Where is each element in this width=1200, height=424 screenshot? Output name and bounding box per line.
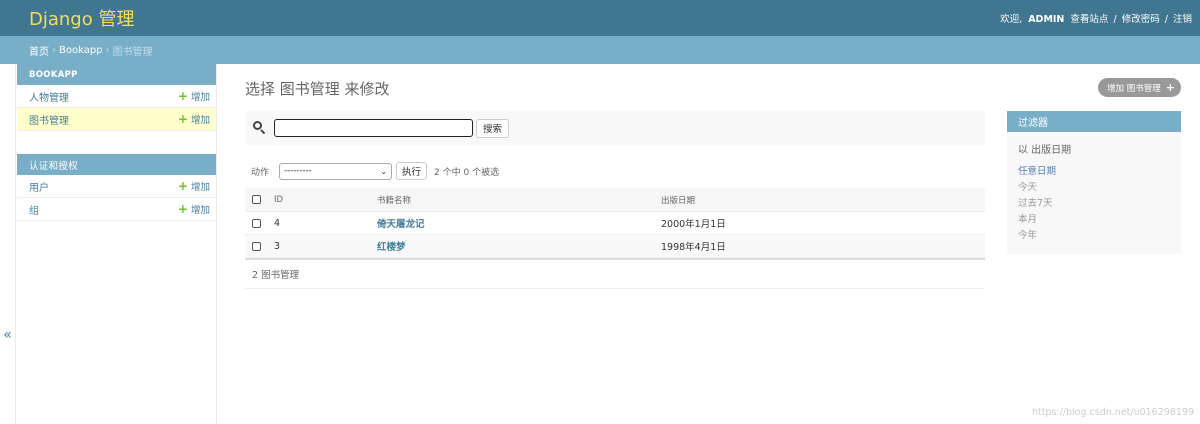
separator: /: [1164, 14, 1168, 25]
sidebar-item-label[interactable]: 组: [29, 202, 39, 217]
header: Django 管理 欢迎, ADMIN 查看站点 / 修改密码 / 注销: [0, 0, 1200, 36]
double-chevron-left-icon: «: [3, 327, 12, 343]
toggle-nav-sidebar[interactable]: «: [0, 64, 16, 424]
sidebar-item-person[interactable]: 人物管理 + 增加: [17, 85, 216, 108]
view-site-link[interactable]: 查看站点: [1070, 14, 1108, 25]
breadcrumb-current: 图书管理: [112, 46, 153, 58]
filter-title: 过滤器: [1007, 111, 1181, 132]
filter-choices: 任意日期 今天 过去7天 本月 今年: [1007, 159, 1181, 243]
watermark: https://blog.csdn.net/u016298199: [1031, 407, 1194, 418]
sidebar-item-label[interactable]: 图书管理: [29, 112, 69, 127]
breadcrumb-arrow-icon: ›: [52, 44, 56, 56]
plus-icon: +: [177, 89, 188, 103]
action-select[interactable]: --------- ⌄: [279, 162, 393, 180]
add-label: 增加: [190, 115, 210, 126]
table-row: 3 红楼梦 1998年4月1日: [245, 235, 985, 258]
add-label: 增加: [190, 92, 210, 103]
filter-subtitle: 以 出版日期: [1018, 145, 1072, 156]
filter-choice-today[interactable]: 今天: [1018, 182, 1037, 193]
add-group-link[interactable]: + 增加: [178, 202, 210, 216]
chevron-down-icon: ⌄: [380, 166, 388, 176]
search-input[interactable]: [274, 119, 473, 137]
module-caption-auth[interactable]: 认证和授权: [17, 154, 216, 175]
module-caption-bookapp[interactable]: BOOKAPP: [17, 64, 216, 85]
row-checkbox[interactable]: [252, 218, 261, 228]
run-action-button[interactable]: 执行: [396, 162, 428, 180]
search-toolbar: 搜索: [245, 111, 985, 145]
add-book-button[interactable]: 增加 图书管理 +: [1098, 78, 1181, 97]
module-gap: [17, 131, 216, 154]
column-header-id[interactable]: ID: [271, 195, 374, 205]
add-book-link[interactable]: + 增加: [178, 112, 210, 126]
column-header-date[interactable]: 出版日期: [658, 194, 985, 206]
breadcrumb-arrow-icon: ›: [105, 44, 110, 56]
add-person-link[interactable]: + 增加: [178, 89, 210, 103]
add-button-label: 增加 图书管理: [1107, 83, 1161, 94]
sidebar-item-users[interactable]: 用户 + 增加: [17, 175, 216, 198]
plus-icon: +: [177, 112, 188, 126]
plus-icon: +: [177, 202, 188, 216]
paginator: 2 图书管理: [245, 260, 985, 289]
table-row: 4 倚天屠龙记 2000年1月1日: [245, 212, 985, 235]
filter-choice-past-7-days[interactable]: 过去7天: [1018, 198, 1053, 209]
breadcrumb-home[interactable]: 首页: [29, 43, 49, 58]
filter-choice-this-month[interactable]: 本月: [1018, 214, 1037, 225]
cell-id: 4: [274, 217, 281, 229]
book-link[interactable]: 倚天屠龙记: [377, 219, 425, 230]
changelist-filter: 过滤器 以 出版日期 任意日期 今天 过去7天 本月 今年: [1007, 111, 1181, 254]
select-all-checkbox[interactable]: [252, 195, 261, 204]
plus-icon: +: [177, 179, 188, 193]
site-name[interactable]: Django 管理: [29, 5, 134, 31]
filter-choice-any-date[interactable]: 任意日期: [1018, 166, 1056, 177]
cell-date: 2000年1月1日: [661, 219, 726, 230]
plus-icon: +: [1165, 81, 1175, 94]
actions-bar: 动作 --------- ⌄ 执行 2 个中 0 个被选: [245, 159, 985, 183]
add-user-link[interactable]: + 增加: [178, 179, 210, 193]
search-button[interactable]: 搜索: [476, 118, 510, 138]
table-header: ID 书籍名称 出版日期: [245, 188, 985, 212]
sidebar-item-groups[interactable]: 组 + 增加: [17, 198, 216, 221]
cell-date: 1998年4月1日: [661, 242, 726, 253]
result-list: ID 书籍名称 出版日期 4 倚天屠龙记 2000年1月1日 3 红楼梦 199…: [245, 188, 985, 289]
sidebar-item-label[interactable]: 人物管理: [29, 89, 69, 104]
action-counter: 2 个中 0 个被选: [434, 167, 500, 178]
breadcrumb-app[interactable]: Bookapp: [59, 45, 103, 56]
book-link[interactable]: 红楼梦: [377, 242, 406, 253]
filter-choice-this-year[interactable]: 今年: [1018, 230, 1037, 241]
user-tools: 欢迎, ADMIN 查看站点 / 修改密码 / 注销: [1000, 11, 1192, 25]
username: ADMIN: [1028, 14, 1065, 25]
row-checkbox[interactable]: [252, 241, 261, 251]
cell-id: 3: [274, 240, 281, 252]
column-header-name[interactable]: 书籍名称: [374, 194, 658, 206]
logout-link[interactable]: 注销: [1173, 14, 1192, 25]
action-label: 动作: [251, 167, 270, 178]
welcome-text: 欢迎,: [1000, 14, 1023, 25]
breadcrumb: 首页 › Bookapp › 图书管理: [0, 36, 1200, 64]
change-password-link[interactable]: 修改密码: [1122, 14, 1160, 25]
sidebar-item-book[interactable]: 图书管理 + 增加: [17, 108, 216, 131]
nav-sidebar: BOOKAPP 人物管理 + 增加 图书管理 + 增加 认证和授权 用户 + 增…: [17, 64, 217, 424]
add-label: 增加: [190, 205, 210, 216]
page-title: 选择 图书管理 来修改: [245, 80, 390, 98]
search-icon: [251, 119, 269, 137]
separator: /: [1113, 14, 1117, 25]
add-label: 增加: [190, 182, 210, 193]
sidebar-item-label[interactable]: 用户: [29, 179, 49, 194]
action-select-value: ---------: [284, 166, 312, 176]
